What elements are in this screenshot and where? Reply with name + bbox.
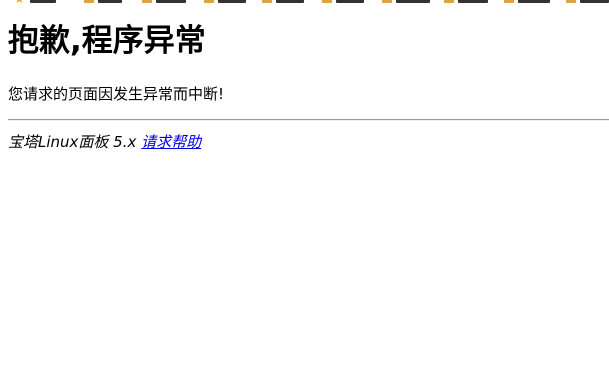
- bookmark-item[interactable]: [336, 0, 364, 3]
- bookmark-folder-icon[interactable]: [204, 0, 214, 3]
- error-page: ★ 抱歉,程序异常 您请求的页面因发生异常而中断! 宝塔Linux面板 5.x …: [0, 0, 609, 390]
- bookmark-item[interactable]: [458, 0, 488, 3]
- bookmark-folder-icon[interactable]: [84, 0, 94, 3]
- error-message: 您请求的页面因发生异常而中断!: [8, 85, 225, 103]
- bookmark-item[interactable]: [156, 0, 186, 3]
- bookmark-folder-icon[interactable]: [142, 0, 152, 3]
- bookmark-folder-icon[interactable]: [444, 0, 454, 3]
- footer-product-version: 宝塔Linux面板 5.x: [8, 133, 137, 151]
- bookmark-folder-icon[interactable]: [322, 0, 332, 3]
- bookmark-item[interactable]: [580, 0, 609, 3]
- bookmark-item[interactable]: [218, 0, 246, 3]
- help-link[interactable]: 请求帮助: [141, 133, 201, 151]
- bookmarks-bar: ★: [0, 0, 609, 4]
- bookmark-folder-icon[interactable]: [504, 0, 514, 3]
- footer: 宝塔Linux面板 5.x 请求帮助: [8, 132, 609, 152]
- bookmark-star-icon[interactable]: ★: [14, 0, 26, 4]
- error-content: 抱歉,程序异常 您请求的页面因发生异常而中断! 宝塔Linux面板 5.x 请求…: [8, 19, 609, 152]
- page-title: 抱歉,程序异常: [8, 23, 206, 59]
- bookmark-item[interactable]: [98, 0, 122, 3]
- bookmark-item[interactable]: [276, 0, 304, 3]
- bookmark-folder-icon[interactable]: [382, 0, 392, 3]
- bookmark-item[interactable]: [30, 0, 56, 3]
- bookmark-item[interactable]: [396, 0, 430, 3]
- bookmark-item[interactable]: [518, 0, 550, 3]
- divider: [8, 119, 609, 121]
- bookmark-folder-icon[interactable]: [566, 0, 576, 3]
- bookmark-folder-icon[interactable]: [262, 0, 272, 3]
